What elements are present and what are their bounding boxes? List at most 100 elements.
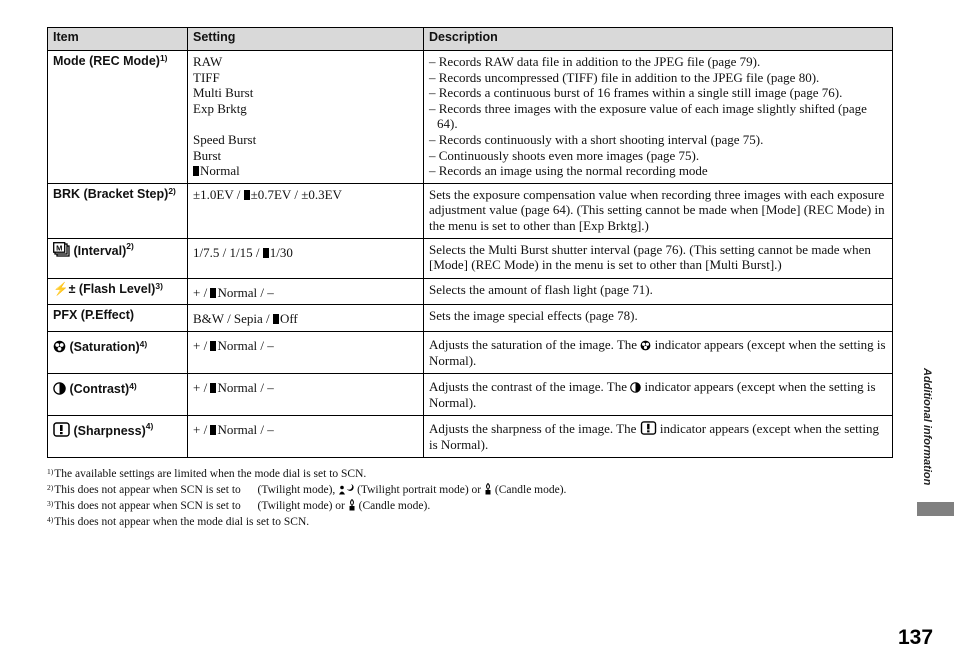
description-text: Adjusts the sharpness of the image. The bbox=[429, 420, 640, 436]
item-label: (Flash Level) bbox=[78, 281, 156, 296]
description-line: – Records three images with the exposure… bbox=[429, 100, 867, 132]
default-marker-icon bbox=[262, 247, 269, 258]
setting-text: + / bbox=[193, 284, 211, 300]
item-cell: Mode (REC Mode)1) bbox=[47, 50, 188, 184]
description-text: Adjusts the contrast of the image. The bbox=[429, 378, 631, 394]
header-description: Description bbox=[423, 27, 893, 51]
setting-text: / – bbox=[257, 421, 274, 437]
setting-option: Exp Brktg bbox=[193, 100, 247, 116]
footnote-mark: 2) bbox=[47, 483, 54, 492]
table-row: ⚡± (Flash Level)3) + / Normal / – Select… bbox=[47, 277, 893, 306]
header-item: Item bbox=[47, 27, 188, 51]
flash-level-icon: ⚡± bbox=[53, 281, 76, 296]
setting-text: + / bbox=[193, 337, 211, 353]
setting-text: B&W / Sepia / bbox=[193, 311, 273, 327]
footnote-text: (Candle mode). bbox=[355, 500, 431, 512]
candle-icon bbox=[485, 483, 491, 495]
item-label: BRK (Bracket Step) bbox=[53, 186, 169, 201]
item-cell: (Saturation)4) bbox=[47, 330, 188, 374]
setting-cell: RAW TIFF Multi Burst Exp Brktg Speed Bur… bbox=[187, 50, 424, 184]
footnote-ref: 3) bbox=[155, 280, 163, 291]
footnote-mark: 3) bbox=[47, 499, 54, 508]
setting-text: + / bbox=[193, 379, 211, 395]
item-label: Mode (REC Mode) bbox=[53, 54, 160, 68]
section-side-label: Additional information bbox=[921, 368, 933, 486]
setting-text: ±1.0EV / bbox=[193, 186, 244, 202]
table-row: BRK (Bracket Step)2) ±1.0EV / ±0.7EV / ±… bbox=[47, 182, 893, 239]
description-line: – Records uncompressed (TIFF) file in ad… bbox=[429, 69, 820, 85]
item-cell: PFX (P.Effect) bbox=[47, 304, 188, 332]
twilight-portrait-icon bbox=[339, 484, 354, 495]
description-cell: Adjusts the saturation of the image. The… bbox=[423, 330, 893, 374]
description-line: – Records RAW data file in addition to t… bbox=[429, 54, 761, 69]
setting-option: Speed Burst bbox=[193, 131, 257, 147]
default-option-label: Normal bbox=[217, 379, 258, 395]
multi-burst-icon: M bbox=[53, 241, 70, 257]
item-cell: (Sharpness)4) bbox=[47, 414, 188, 458]
setting-option-default: Normal bbox=[193, 163, 418, 179]
table-row: (Contrast)4) + / Normal / – Adjusts the … bbox=[47, 372, 893, 416]
saturation-icon bbox=[53, 340, 66, 353]
default-option-label: Normal bbox=[200, 163, 240, 179]
footnotes: 1)The available settings are limited whe… bbox=[47, 466, 566, 530]
setting-option: Burst bbox=[193, 147, 222, 163]
item-cell: ⚡± (Flash Level)3) bbox=[47, 277, 188, 306]
default-marker-icon bbox=[210, 424, 217, 435]
item-label: (Contrast) bbox=[69, 381, 130, 396]
default-marker-icon bbox=[210, 287, 217, 298]
footnote-ref: 4) bbox=[145, 420, 154, 431]
footnote-ref: 1) bbox=[159, 53, 168, 63]
table-row: Mode (REC Mode)1) RAW TIFF Multi Burst E… bbox=[47, 50, 893, 184]
setting-cell: ±1.0EV / ±0.7EV / ±0.3EV bbox=[187, 182, 424, 239]
svg-text:M: M bbox=[56, 243, 62, 252]
footnote-ref: 2) bbox=[126, 240, 134, 251]
footnote-text: (Twilight portrait mode) or bbox=[354, 484, 485, 496]
description-cell: Adjusts the contrast of the image. The i… bbox=[423, 372, 893, 416]
default-option-label: 1/30 bbox=[269, 244, 293, 260]
setting-cell: + / Normal / – bbox=[187, 277, 424, 306]
setting-cell: + / Normal / – bbox=[187, 414, 424, 458]
item-label: PFX (P.Effect) bbox=[53, 308, 135, 323]
setting-option: TIFF bbox=[193, 69, 220, 85]
footnote-text: This does not appear when the mode dial … bbox=[54, 516, 310, 528]
description-cell: Sets the image special effects (page 78)… bbox=[423, 304, 893, 332]
description-line: – Continuously shoots even more images (… bbox=[429, 147, 700, 163]
setting-text: / – bbox=[257, 284, 274, 300]
description-cell: – Records RAW data file in addition to t… bbox=[423, 50, 893, 184]
footnote-text: This does not appear when SCN is set to bbox=[54, 484, 244, 496]
footnote: 3)This does not appear when SCN is set t… bbox=[47, 498, 566, 514]
setting-text: / – bbox=[257, 379, 274, 395]
item-label: (Saturation) bbox=[69, 339, 140, 354]
saturation-icon bbox=[640, 340, 651, 351]
footnote-text: (Candle mode). bbox=[492, 484, 567, 496]
item-cell: BRK (Bracket Step)2) bbox=[47, 182, 188, 239]
description-text: Adjusts the saturation of the image. The bbox=[429, 336, 641, 352]
footnote: 4)This does not appear when the mode dia… bbox=[47, 514, 566, 530]
setting-text: 1/7.5 / 1/15 / bbox=[193, 244, 263, 260]
default-marker-icon bbox=[210, 340, 217, 351]
description-line: – Records an image using the normal reco… bbox=[429, 163, 708, 179]
default-option-label: Normal bbox=[217, 284, 258, 300]
header-setting: Setting bbox=[187, 27, 424, 51]
table-row: (Sharpness)4) + / Normal / – Adjusts the… bbox=[47, 414, 893, 458]
default-marker-icon bbox=[272, 314, 279, 325]
table-row: (Saturation)4) + / Normal / – Adjusts th… bbox=[47, 330, 893, 374]
footnote-mark: 4) bbox=[47, 515, 54, 524]
page-number: 137 bbox=[898, 626, 934, 649]
item-cell: (Contrast)4) bbox=[47, 372, 188, 416]
default-option-label: Off bbox=[279, 311, 298, 327]
sharpness-icon bbox=[640, 421, 656, 435]
item-label: (Interval) bbox=[73, 243, 127, 258]
setting-cell: 1/7.5 / 1/15 / 1/30 bbox=[187, 237, 424, 279]
footnote-text: (Twilight mode), bbox=[254, 484, 339, 496]
footnote-text: The available settings are limited when … bbox=[54, 468, 367, 480]
default-option-label: ±0.7EV bbox=[250, 186, 292, 202]
default-option-label: Normal bbox=[217, 421, 258, 437]
setting-text: / – bbox=[257, 337, 274, 353]
contrast-icon bbox=[53, 382, 66, 395]
item-label: (Sharpness) bbox=[73, 423, 146, 438]
default-marker-icon bbox=[210, 382, 217, 393]
footnote-text: This does not appear when SCN is set to bbox=[54, 500, 244, 512]
item-cell: M (Interval)2) bbox=[47, 237, 188, 279]
footnote-ref: 4) bbox=[139, 338, 148, 349]
